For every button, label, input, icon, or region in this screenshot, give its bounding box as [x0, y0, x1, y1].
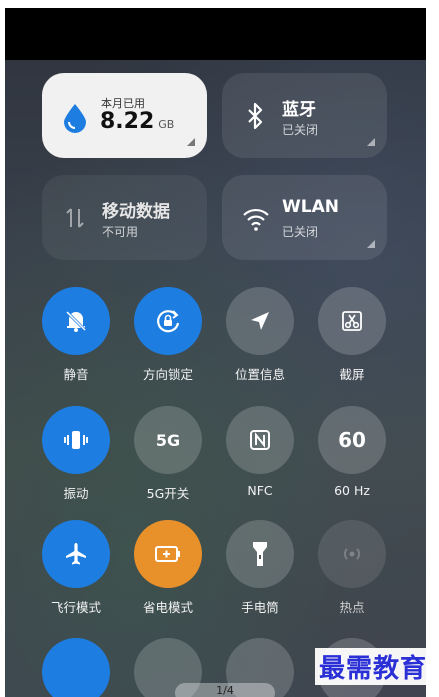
mobile-data-tile[interactable]: 移动数据 不可用 [42, 175, 207, 260]
data-usage-value: 8.22 GB [100, 109, 174, 134]
mobile-data-status: 不可用 [102, 225, 139, 239]
battery-saver-toggle[interactable]: 省电模式 [128, 520, 208, 616]
scissors-screenshot-icon [318, 287, 386, 355]
vibrate-toggle[interactable]: 振动 [36, 406, 116, 502]
vibrate-icon [42, 406, 110, 474]
data-usage-tile[interactable]: 本月已用 8.22 GB [42, 73, 207, 158]
expand-corner-icon [367, 240, 375, 248]
water-drop-icon [62, 103, 92, 133]
hotspot-toggle[interactable]: 热点 [312, 520, 392, 616]
location-label: 位置信息 [234, 367, 285, 382]
wifi-icon [242, 203, 272, 233]
airplane-mode-label: 飞行模式 [50, 600, 101, 615]
flashlight-icon [226, 520, 294, 588]
top-status-bar [5, 8, 426, 60]
5g-icon: 5G [134, 406, 202, 474]
5g-icon-text: 5G [155, 430, 181, 450]
control-center: 本月已用 8.22GB 蓝牙 已关闭 移动数据 不可用 WLAN 已关闭 静音 [5, 8, 426, 697]
5g-toggle[interactable]: 5G 5G开关 [128, 406, 208, 502]
mute-toggle[interactable]: 静音 [36, 287, 116, 383]
airplane-icon [42, 520, 110, 588]
refresh-rate-icon-text: 60 [338, 428, 366, 452]
nfc-label: NFC [247, 483, 273, 498]
partial-toggle-1[interactable] [36, 638, 116, 697]
rotation-lock-label: 方向锁定 [142, 367, 193, 382]
wlan-tile[interactable]: WLAN 已关闭 [222, 175, 387, 260]
hotspot-icon [318, 520, 386, 588]
mute-bell-icon [42, 287, 110, 355]
battery-saver-icon [134, 520, 202, 588]
hotspot-label: 热点 [339, 600, 365, 615]
expand-corner-icon [187, 138, 195, 146]
bluetooth-status: 已关闭 [282, 123, 319, 137]
rotation-lock-toggle[interactable]: 方向锁定 [128, 287, 208, 383]
flashlight-toggle[interactable]: 手电筒 [220, 520, 300, 616]
expand-corner-icon [367, 138, 375, 146]
flashlight-label: 手电筒 [241, 600, 279, 615]
wlan-status: 已关闭 [282, 225, 319, 239]
data-usage-number: 8.22 [100, 109, 155, 134]
watermark-logo: 最需教育 [314, 648, 431, 685]
page-indicator: 1/4 [175, 683, 275, 697]
location-toggle[interactable]: 位置信息 [220, 287, 300, 383]
nfc-icon [226, 406, 294, 474]
battery-saver-label: 省电模式 [142, 600, 193, 615]
airplane-mode-toggle[interactable]: 飞行模式 [36, 520, 116, 616]
bluetooth-tile[interactable]: 蓝牙 已关闭 [222, 73, 387, 158]
mute-label: 静音 [63, 367, 89, 382]
partial-toggle-icon [42, 638, 110, 697]
rotation-lock-icon [134, 287, 202, 355]
refresh-rate-label: 60 Hz [334, 483, 370, 498]
vibrate-label: 振动 [63, 486, 89, 501]
screenshot-label: 截屏 [339, 367, 365, 382]
mobile-data-arrows-icon [62, 203, 92, 233]
bluetooth-title: 蓝牙 [282, 100, 316, 120]
refresh-rate-toggle[interactable]: 60 60 Hz [312, 406, 392, 498]
screenshot-button[interactable]: 截屏 [312, 287, 392, 383]
wlan-title: WLAN [282, 197, 339, 217]
data-usage-unit: GB [158, 118, 175, 131]
bluetooth-icon [242, 101, 272, 131]
mobile-data-title: 移动数据 [102, 202, 170, 222]
location-arrow-icon [226, 287, 294, 355]
5g-label: 5G开关 [146, 486, 190, 501]
refresh-rate-icon: 60 [318, 406, 386, 474]
nfc-toggle[interactable]: NFC [220, 406, 300, 498]
